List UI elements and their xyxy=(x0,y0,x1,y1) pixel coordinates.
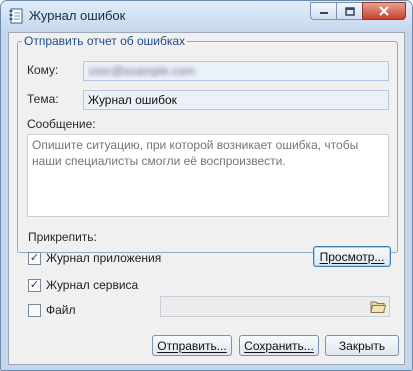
subject-field[interactable] xyxy=(83,90,389,110)
service-log-label: Журнал сервиса xyxy=(46,278,139,292)
file-checkbox[interactable] xyxy=(28,303,41,317)
maximize-button[interactable] xyxy=(336,2,362,20)
save-button[interactable]: Сохранить... xyxy=(239,335,319,356)
service-log-row[interactable]: ✓ Журнал сервиса xyxy=(28,278,138,292)
title-bar[interactable]: Журнал ошибок xyxy=(1,1,412,31)
minimize-button[interactable] xyxy=(310,2,336,20)
app-log-checkbox[interactable]: ✓ xyxy=(28,251,41,265)
preview-button-label: Просмотр... xyxy=(319,249,385,264)
dialog-window: Журнал ошибок Отправить отчет об ошибках… xyxy=(0,0,413,371)
service-log-checkbox[interactable]: ✓ xyxy=(28,278,41,292)
file-path-field xyxy=(160,296,390,317)
close-button[interactable]: Закрыть xyxy=(325,335,399,356)
preview-button[interactable]: Просмотр... xyxy=(313,246,391,267)
close-window-button[interactable] xyxy=(362,2,406,20)
message-textarea[interactable] xyxy=(27,134,389,217)
send-button-label: Отправить... xyxy=(157,338,227,353)
minimize-icon xyxy=(319,12,328,14)
to-field[interactable] xyxy=(83,61,389,81)
dialog-client-area: Отправить отчет об ошибках Кому: Тема: С… xyxy=(8,32,405,365)
close-icon xyxy=(379,6,389,16)
maximize-icon xyxy=(344,6,355,16)
attach-label: Прикрепить: xyxy=(28,230,97,244)
app-log-label: Журнал приложения xyxy=(46,251,162,265)
subject-label: Тема: xyxy=(27,92,59,106)
report-group: Отправить отчет об ошибках Кому: Тема: С… xyxy=(17,34,398,253)
file-label: Файл xyxy=(46,303,76,317)
to-label: Кому: xyxy=(27,63,59,77)
window-title: Журнал ошибок xyxy=(29,8,126,23)
message-label: Сообщение: xyxy=(27,117,96,131)
app-log-row[interactable]: ✓ Журнал приложения xyxy=(28,251,161,265)
send-button[interactable]: Отправить... xyxy=(152,335,232,356)
group-title: Отправить отчет об ошибках xyxy=(22,34,188,48)
file-row[interactable]: Файл xyxy=(28,303,76,317)
journal-icon xyxy=(9,8,23,24)
open-folder-icon[interactable] xyxy=(370,299,386,314)
window-controls xyxy=(310,2,406,20)
close-button-label: Закрыть xyxy=(338,338,386,353)
save-button-label: Сохранить... xyxy=(244,338,314,353)
